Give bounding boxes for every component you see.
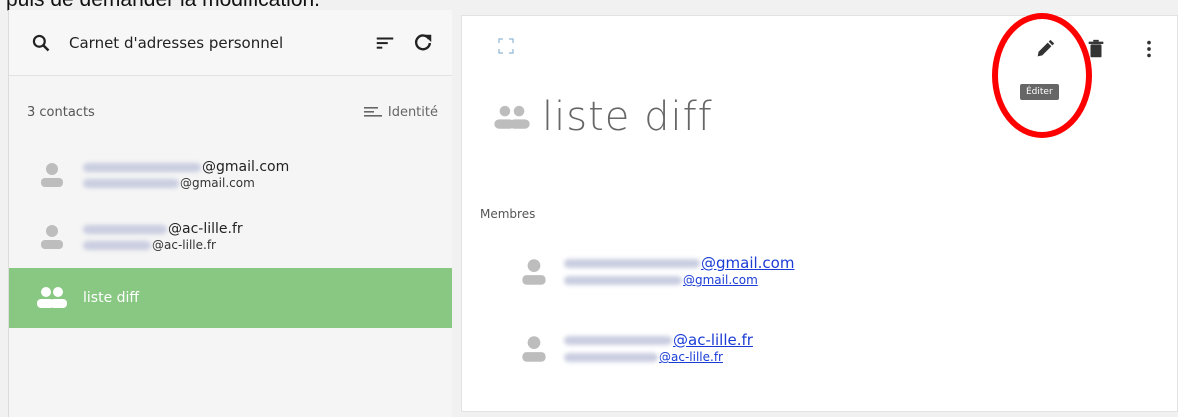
- more-options-button[interactable]: [1134, 34, 1164, 64]
- addressbook-name[interactable]: Carnet d'adresses personnel: [69, 34, 364, 52]
- members-label: Membres: [480, 207, 536, 221]
- refresh-icon: [414, 33, 432, 50]
- contacts-list-panel: Carnet d'adresses personnel 3 contacts I…: [8, 10, 452, 417]
- member-email-primary[interactable]: @ac-lille.fr: [564, 332, 753, 349]
- member-email-secondary[interactable]: @gmail.com: [564, 272, 794, 289]
- detail-title: liste diff: [542, 94, 713, 140]
- highlight-circle: [992, 13, 1092, 138]
- contact-email-lines: @gmail.com @gmail.com: [83, 159, 289, 191]
- list-toolbar: Carnet d'adresses personnel: [9, 10, 452, 76]
- contact-item-liste-diff[interactable]: liste diff: [9, 268, 452, 328]
- person-icon: [522, 259, 546, 285]
- member-email-secondary[interactable]: @ac-lille.fr: [564, 349, 753, 366]
- group-icon: [37, 287, 67, 308]
- contact-email-primary: @gmail.com: [83, 159, 289, 175]
- member-email-primary[interactable]: @gmail.com: [564, 255, 794, 272]
- person-icon: [522, 336, 546, 362]
- fullscreen-icon: [498, 38, 514, 54]
- detail-header: liste diff: [492, 94, 713, 140]
- contact-item-ac-lille[interactable]: @ac-lille.fr @ac-lille.fr: [9, 206, 452, 268]
- person-icon: [41, 163, 63, 187]
- contact-item-gmail[interactable]: @gmail.com @gmail.com: [9, 144, 452, 206]
- list-header: 3 contacts Identité: [9, 84, 452, 140]
- fullscreen-button[interactable]: [498, 38, 514, 58]
- page: puis de demander la modification. Carnet…: [0, 0, 1178, 417]
- member-email-lines: @ac-lille.fr @ac-lille.fr: [564, 332, 753, 366]
- contact-detail-panel: Éditer liste diff Membres @gmail.com @gm…: [461, 13, 1178, 412]
- sort-lines-icon: [363, 107, 382, 117]
- contact-email-lines: @ac-lille.fr @ac-lille.fr: [83, 221, 243, 253]
- member-item[interactable]: @ac-lille.fr @ac-lille.fr: [516, 331, 753, 367]
- contact-email-secondary: @ac-lille.fr: [83, 237, 243, 253]
- contact-email-secondary: @gmail.com: [83, 175, 289, 191]
- person-icon: [41, 225, 63, 249]
- sort-by-identity-button[interactable]: Identité: [363, 104, 438, 120]
- more-vert-icon: [1147, 40, 1151, 58]
- sort-icon: [376, 37, 394, 49]
- group-name: liste diff: [83, 290, 140, 306]
- member-item[interactable]: @gmail.com @gmail.com: [516, 254, 794, 290]
- contact-email-primary: @ac-lille.fr: [83, 221, 243, 237]
- sort-label: Identité: [387, 104, 438, 120]
- member-email-lines: @gmail.com @gmail.com: [564, 255, 794, 289]
- search-icon[interactable]: [29, 31, 53, 55]
- refresh-button[interactable]: [406, 26, 440, 60]
- contact-count: 3 contacts: [27, 104, 95, 120]
- sort-button[interactable]: [368, 26, 402, 60]
- group-icon: [494, 105, 530, 129]
